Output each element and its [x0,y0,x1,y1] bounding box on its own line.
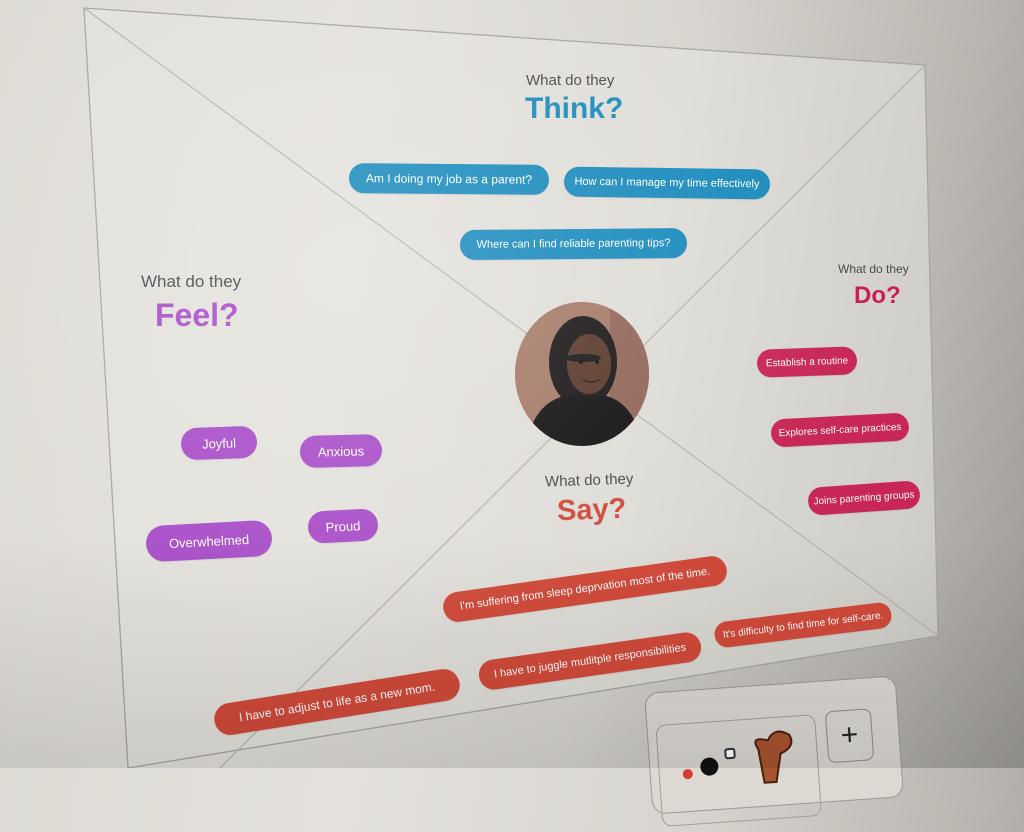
feel-sticky[interactable]: Proud [307,508,379,544]
do-subtitle: What do they [838,262,909,276]
think-title: Think? [525,92,624,125]
feel-sticky[interactable]: Joyful [180,425,258,461]
feel-title: Feel? [155,297,239,333]
do-title: Do? [854,282,901,309]
feel-sticky[interactable]: Anxious [299,433,383,469]
say-subtitle: What do they [544,470,634,491]
feel-sticky[interactable]: Overwhelmed [145,519,273,563]
persona-photo-icon [515,302,649,446]
feel-subtitle: What do they [141,272,242,291]
stickers-panel[interactable] [655,714,823,827]
persona-avatar [515,302,649,446]
think-sticky[interactable]: Am I doing my job as a parent? [348,163,550,195]
think-sticky[interactable]: Where can I find reliable parenting tips… [459,228,688,260]
board-frame [83,7,939,768]
do-sticky[interactable]: Establish a routine [756,346,858,378]
stickers-shapes-icon [682,730,793,784]
add-button[interactable]: + [824,708,875,764]
say-title: Say? [556,492,627,528]
plus-icon: + [839,718,860,753]
think-sticky[interactable]: How can I manage my time effectively [563,166,771,200]
bottom-toolbar: + [644,675,904,827]
think-subtitle: What do they [526,72,615,89]
